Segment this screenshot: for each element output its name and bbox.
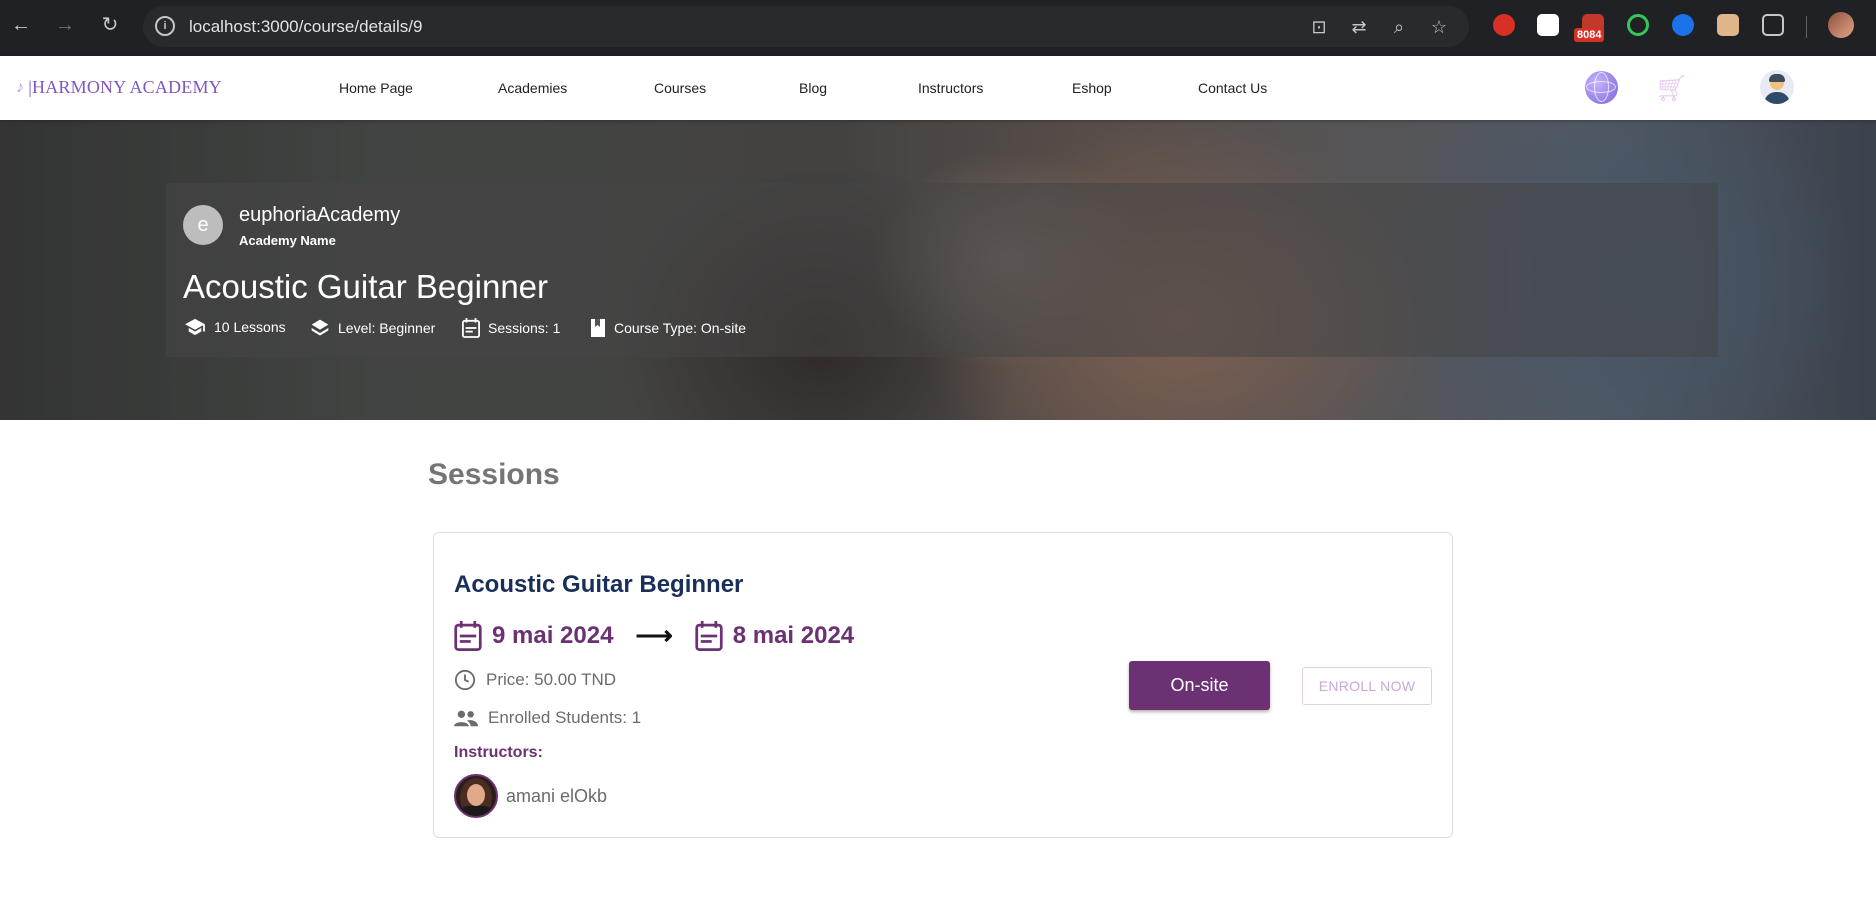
logo-text: |HARMONY ACADEMY — [28, 77, 222, 97]
instructor-avatar[interactable] — [454, 774, 498, 818]
layers-icon — [311, 319, 329, 336]
enroll-now-button[interactable]: ENROLL NOW — [1302, 667, 1432, 705]
install-app-icon[interactable]: ⊡ — [1308, 16, 1330, 38]
forward-icon[interactable]: → — [52, 12, 78, 38]
clock-icon — [454, 669, 476, 691]
user-avatar[interactable] — [1760, 70, 1794, 104]
bookmark-star-icon[interactable]: ☆ — [1428, 16, 1450, 38]
nav-home-page[interactable]: Home Page — [339, 80, 413, 96]
nav-instructors[interactable]: Instructors — [918, 80, 983, 96]
address-url[interactable]: localhost:3000/course/details/9 — [189, 17, 422, 37]
book-icon — [591, 319, 605, 337]
session-enrolled: Enrolled Students: 1 — [454, 708, 641, 728]
browser-toolbar: ← → ↻ i localhost:3000/course/details/9 … — [0, 0, 1876, 56]
drop-extension-icon[interactable] — [1672, 14, 1694, 36]
academy-avatar[interactable]: e — [183, 205, 223, 245]
meta-lessons: 10 Lessons — [184, 318, 286, 336]
session-date-range: 9 mai 2024 ⟶ 8 mai 2024 — [454, 620, 854, 651]
nav-blog[interactable]: Blog — [799, 80, 827, 96]
extensions-puzzle-icon[interactable] — [1762, 14, 1784, 36]
session-end-date: 8 mai 2024 — [732, 621, 855, 649]
academy-name-caption: Academy Name — [239, 233, 336, 248]
face-extension-icon[interactable] — [1717, 14, 1739, 36]
meta-level: Level: Beginner — [310, 318, 435, 338]
course-type-button[interactable]: On-site — [1129, 661, 1270, 710]
reload-icon[interactable]: ↻ — [97, 12, 123, 38]
academy-name[interactable]: euphoriaAcademy — [239, 204, 400, 227]
zoom-icon[interactable]: ⌕ — [1388, 16, 1410, 38]
toolbar-divider — [1806, 16, 1807, 38]
people-icon — [454, 710, 478, 727]
sessions-heading: Sessions — [428, 458, 560, 491]
qr-extension-icon[interactable] — [1537, 14, 1559, 36]
nav-courses[interactable]: Courses — [654, 80, 706, 96]
graduation-cap-icon — [185, 318, 205, 336]
session-start-date: 9 mai 2024 — [492, 621, 614, 649]
instructor-name[interactable]: amani elOkb — [506, 786, 607, 807]
guitar-logo-icon: ♪ — [16, 78, 25, 96]
site-info-icon[interactable]: i — [155, 16, 175, 36]
session-title: Acoustic Guitar Beginner — [454, 571, 744, 598]
address-bar[interactable]: i localhost:3000/course/details/9 ⊡ ⇄ ⌕ … — [143, 6, 1469, 47]
arrow-right-icon: ⟶ — [635, 620, 673, 650]
translate-icon[interactable]: ⇄ — [1348, 16, 1370, 38]
language-globe-icon[interactable] — [1585, 71, 1618, 104]
calendar-start-icon — [454, 620, 482, 651]
meta-sessions: Sessions: 1 — [462, 318, 560, 338]
extension-badge: 8084 — [1574, 28, 1605, 42]
calendar-icon — [462, 318, 480, 338]
session-price: Price: 50.00 TND — [454, 669, 616, 691]
course-title: Acoustic Guitar Beginner — [183, 268, 549, 305]
stop-extension-icon[interactable] — [1493, 14, 1515, 36]
nav-eshop[interactable]: Eshop — [1072, 80, 1112, 96]
back-icon[interactable]: ← — [8, 12, 34, 38]
meta-course-type: Course Type: On-site — [590, 318, 746, 338]
target-extension-icon[interactable] — [1627, 14, 1649, 36]
instructors-label: Instructors: — [454, 744, 543, 761]
browser-profile-avatar[interactable] — [1828, 12, 1854, 38]
site-header: ♪ |HARMONY ACADEMY Home Page Academies C… — [0, 56, 1876, 120]
session-card: Acoustic Guitar Beginner 9 mai 2024 ⟶ 8 … — [433, 532, 1453, 838]
cart-icon[interactable]: 🛒︎ — [1655, 73, 1688, 104]
site-logo[interactable]: ♪ |HARMONY ACADEMY — [16, 77, 222, 98]
nav-contact-us[interactable]: Contact Us — [1198, 80, 1267, 96]
nav-academies[interactable]: Academies — [498, 80, 567, 96]
calendar-end-icon — [695, 620, 723, 651]
